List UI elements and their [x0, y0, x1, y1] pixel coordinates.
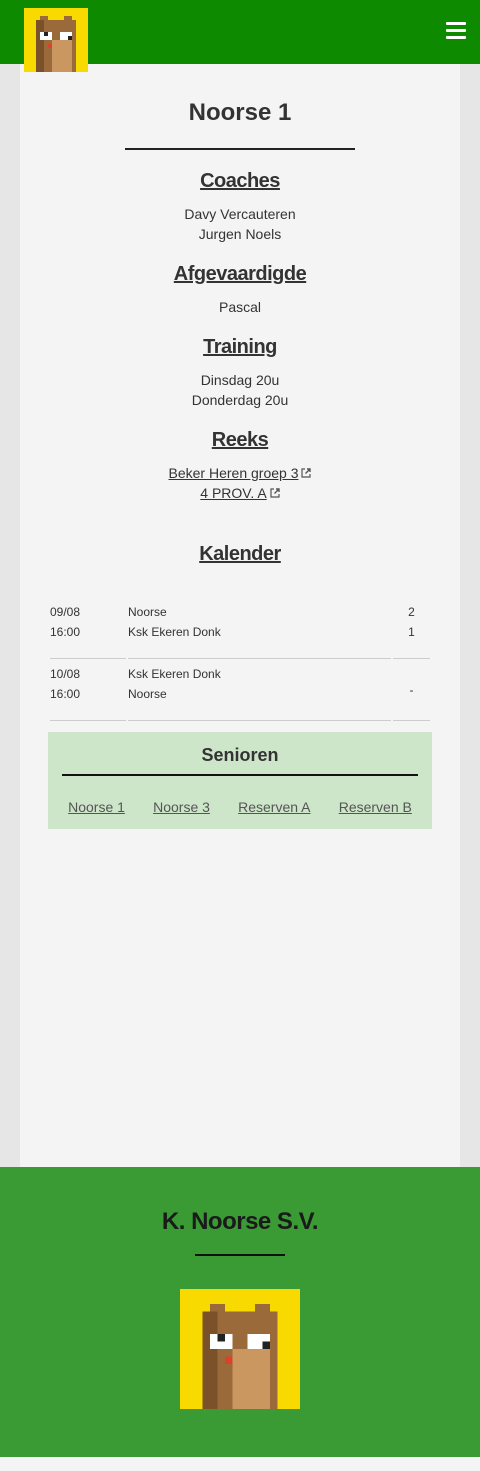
series-heading: Reeks [211, 429, 269, 451]
training-heading: Training [203, 336, 277, 358]
coaches-list: Davy Vercauteren Jurgen Noels [20, 204, 460, 244]
hamburger-menu-icon[interactable] [446, 22, 466, 40]
delegate-list: Pascal [20, 297, 460, 317]
coach-name: Jurgen Noels [198, 226, 282, 242]
calendar-heading: Kalender [199, 543, 281, 565]
club-name: K. Noorse S.V. [161, 1208, 319, 1235]
calendar-row[interactable]: 10/08 16:00 Ksk Ekeren Donk Noorse - [50, 659, 430, 721]
senioren-nav-box: Senioren Noorse 1 Noorse 3 Reserven A Re… [48, 732, 432, 829]
delegate-heading: Afgevaardigde [173, 263, 307, 285]
series-link-league[interactable]: 4 PROV. A [200, 485, 266, 501]
match-teams: Ksk Ekeren Donk Noorse [128, 659, 391, 721]
delegate-name: Pascal [218, 299, 262, 315]
training-time: Dinsdag 20u [200, 372, 280, 388]
senioren-divider [62, 774, 418, 776]
match-teams: Noorse Ksk Ekeren Donk [128, 597, 391, 659]
match-datetime: 10/08 16:00 [50, 659, 126, 721]
top-navbar [0, 0, 480, 72]
training-time: Donderdag 20u [191, 392, 289, 408]
footer-divider [195, 1254, 285, 1256]
external-link-icon [301, 468, 312, 478]
team-link-noorse-3[interactable]: Noorse 3 [153, 799, 210, 815]
coaches-heading: Coaches [200, 170, 280, 192]
senioren-title: Senioren [201, 745, 279, 765]
title-divider [125, 148, 355, 150]
training-list: Dinsdag 20u Donderdag 20u [20, 370, 460, 410]
series-list: Beker Heren groep 3 4 PROV. A [20, 463, 460, 503]
coach-name: Davy Vercauteren [184, 206, 296, 222]
site-footer: K. Noorse S.V. [0, 1167, 480, 1457]
calendar-table: 09/08 16:00 Noorse Ksk Ekeren Donk 2 1 1… [50, 597, 430, 721]
match-score: - [393, 659, 430, 721]
team-link-reserven-a[interactable]: Reserven A [238, 799, 310, 815]
match-datetime: 09/08 16:00 [50, 597, 126, 659]
match-score: 2 1 [393, 597, 430, 659]
club-logo-icon[interactable] [24, 8, 88, 72]
team-content-panel: Noorse 1 Coaches Davy Vercauteren Jurgen… [20, 64, 460, 1167]
page-title: Noorse 1 [188, 99, 292, 126]
team-link-noorse-1[interactable]: Noorse 1 [68, 799, 125, 815]
senioren-links: Noorse 1 Noorse 3 Reserven A Reserven B [48, 799, 432, 815]
series-link-cup[interactable]: Beker Heren groep 3 [169, 465, 299, 481]
team-link-reserven-b[interactable]: Reserven B [339, 799, 412, 815]
calendar-row[interactable]: 09/08 16:00 Noorse Ksk Ekeren Donk 2 1 [50, 597, 430, 659]
club-logo-icon[interactable] [180, 1289, 300, 1409]
footer-bottom-strip [0, 1457, 480, 1471]
external-link-icon [270, 488, 280, 498]
